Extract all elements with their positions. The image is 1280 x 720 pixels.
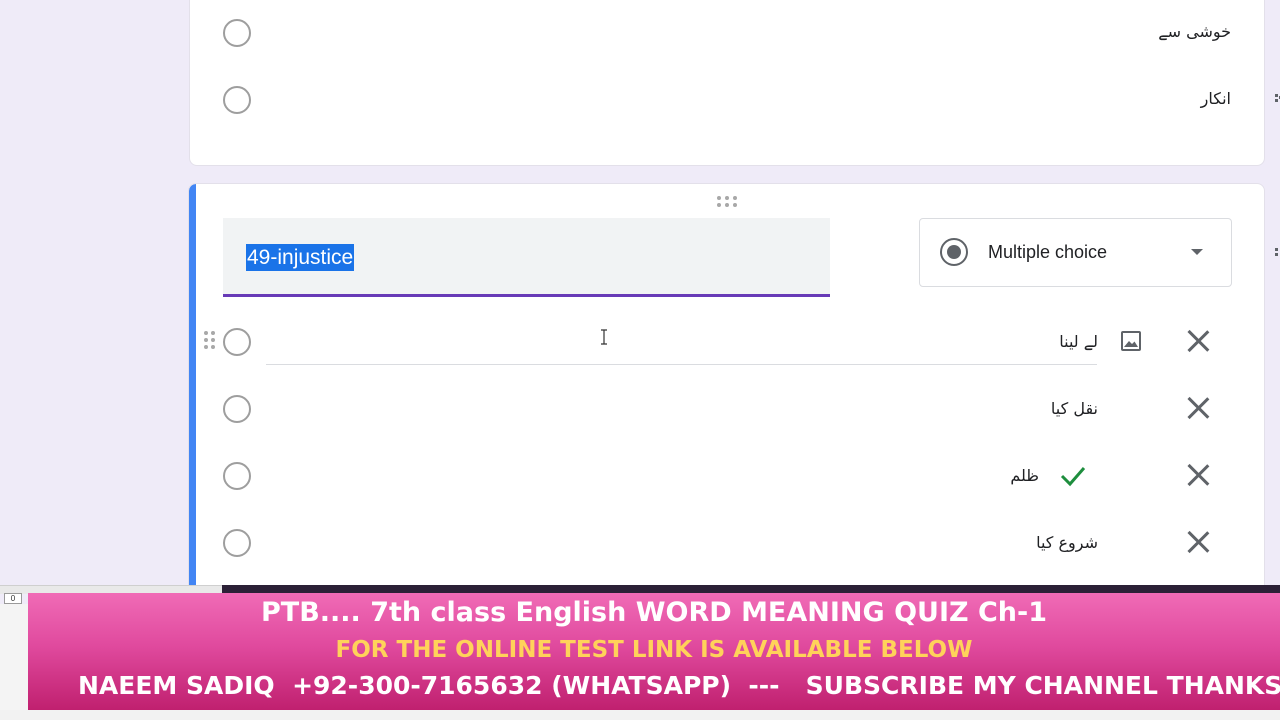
text-cursor-icon: [601, 329, 607, 345]
slide-counter: 0: [4, 593, 22, 604]
question-title-field[interactable]: 49-injustice: [223, 218, 830, 297]
option-label[interactable]: شروع کیا: [1036, 533, 1098, 552]
image-icon[interactable]: [1119, 329, 1143, 353]
question-type-label: Multiple choice: [988, 242, 1108, 262]
option-radio[interactable]: [223, 328, 251, 356]
option-label: انکار: [1200, 89, 1231, 108]
option-label[interactable]: نقل کیا: [1051, 399, 1098, 418]
side-toolbar-icon[interactable]: [1275, 94, 1280, 104]
previous-question-card: خوشی سے انکار: [189, 0, 1265, 166]
option-radio[interactable]: [223, 529, 251, 557]
active-card-accent: [189, 184, 196, 602]
option-label[interactable]: لے لینا: [1059, 332, 1098, 351]
option-label[interactable]: ظلم: [1010, 466, 1039, 485]
banner-subtitle: FOR THE ONLINE TEST LINK IS AVAILABLE BE…: [335, 637, 973, 663]
option-label: خوشی سے: [1158, 22, 1231, 41]
banner-contact: NAEEM SADIQ +92-300-7165632 (WHATSAPP) -…: [78, 671, 1280, 700]
close-icon[interactable]: [1186, 530, 1210, 554]
check-icon: [1060, 467, 1086, 487]
promo-banner: PTB.... 7th class English WORD MEANING Q…: [28, 593, 1280, 710]
radio-type-icon: [940, 238, 968, 266]
banner-title: PTB.... 7th class English WORD MEANING Q…: [260, 597, 1048, 628]
option-input-underline: [266, 364, 1097, 365]
option-radio[interactable]: [223, 462, 251, 490]
close-icon[interactable]: [1186, 396, 1210, 420]
close-icon[interactable]: [1186, 463, 1210, 487]
option-drag-handle-icon[interactable]: [204, 331, 216, 351]
dropdown-arrow-icon: [1191, 249, 1203, 255]
side-toolbar-icon[interactable]: [1275, 248, 1280, 258]
question-card[interactable]: 49-injustice Multiple choice لے لینا نقل…: [188, 183, 1265, 603]
drag-handle-icon[interactable]: [717, 196, 741, 208]
question-type-dropdown[interactable]: Multiple choice: [919, 218, 1232, 287]
option-radio[interactable]: [223, 19, 251, 47]
option-radio[interactable]: [223, 86, 251, 114]
option-radio[interactable]: [223, 395, 251, 423]
close-icon[interactable]: [1186, 329, 1210, 353]
left-strip: [0, 604, 28, 720]
bottom-strip: [0, 710, 1280, 720]
question-title-text[interactable]: 49-injustice: [246, 244, 355, 271]
